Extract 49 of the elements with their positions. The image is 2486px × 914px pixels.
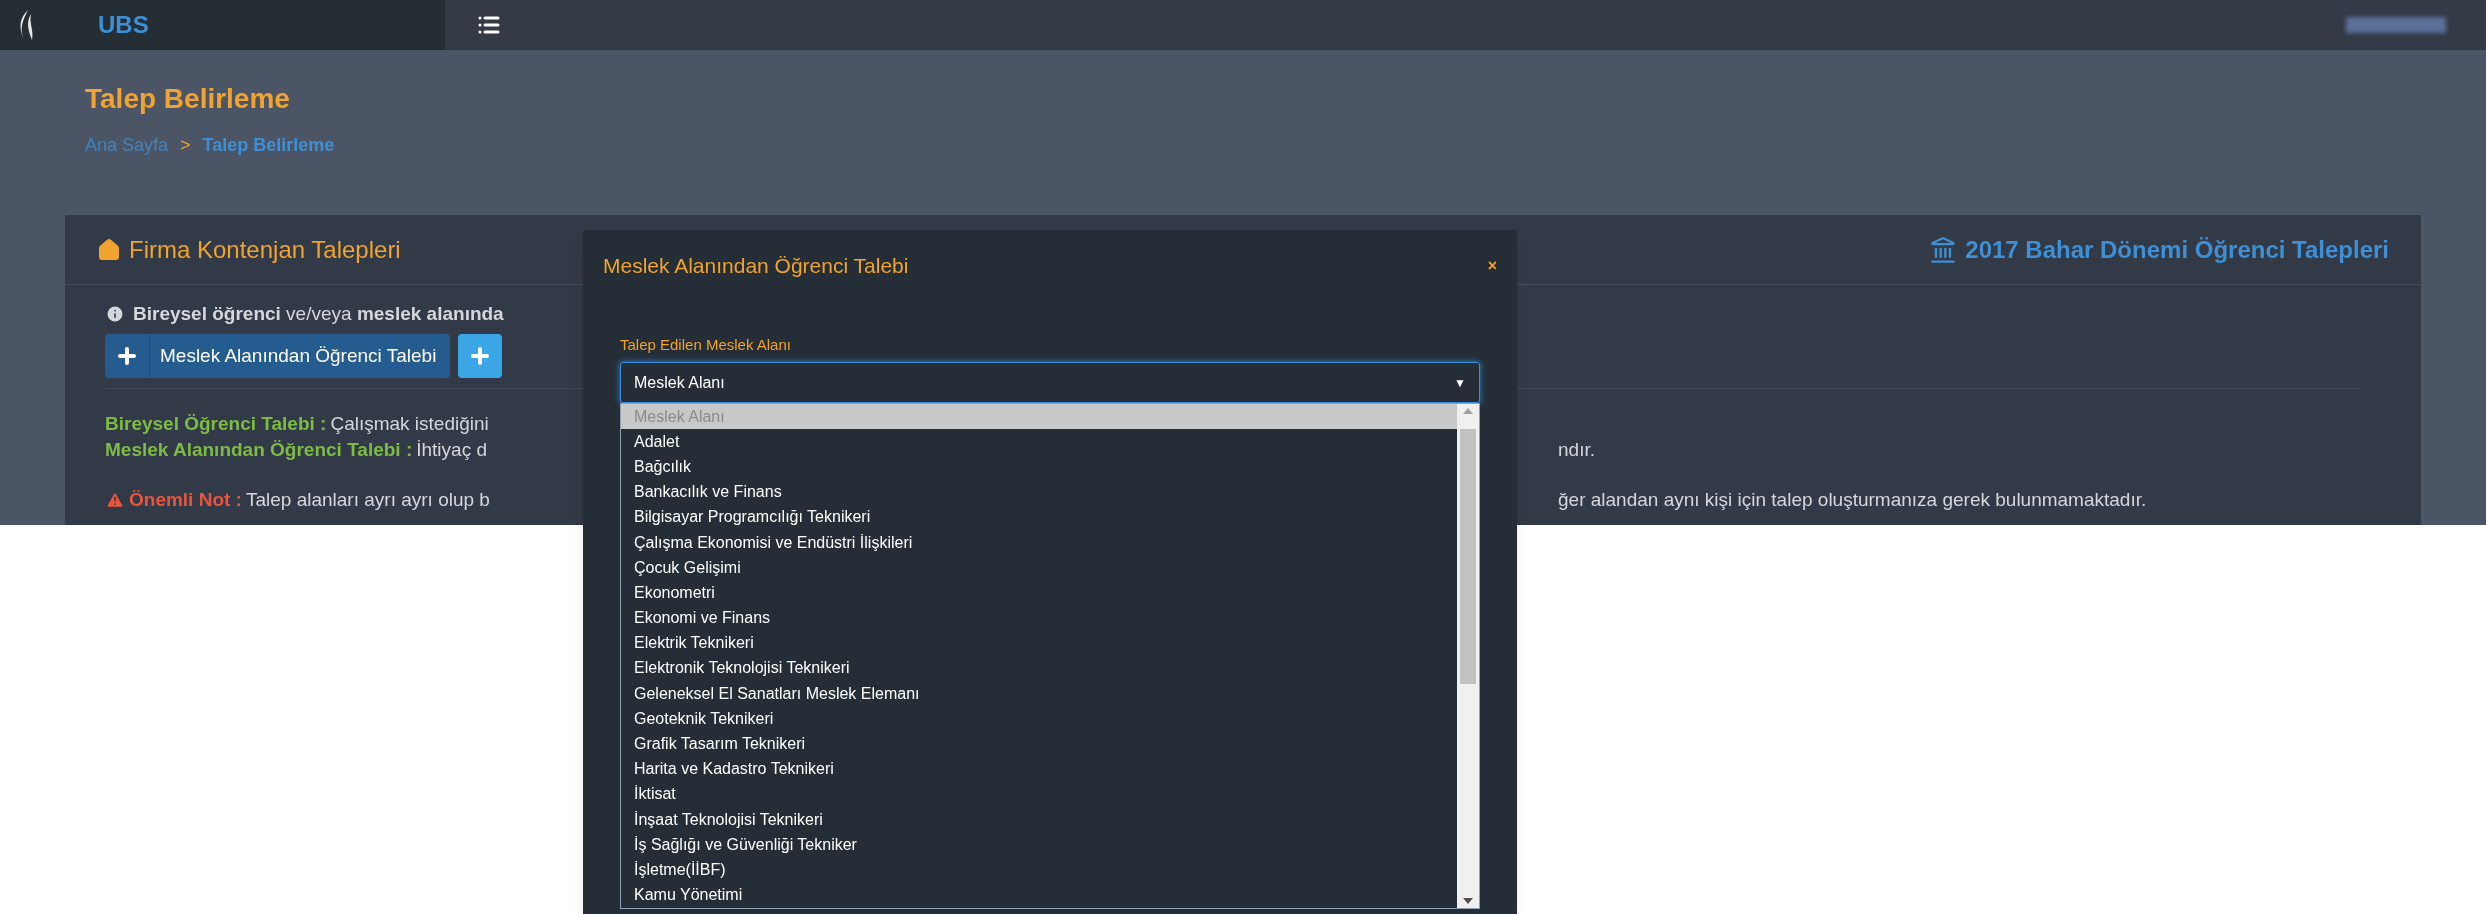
term-label: Meslek Alanından Öğrenci Talebi :: [105, 437, 413, 462]
option-item[interactable]: Grafik Tasarım Teknikeri: [621, 731, 1457, 757]
page-title: Talep Belirleme: [85, 82, 291, 116]
option-item[interactable]: Kamu Yönetimi: [621, 882, 1457, 908]
option-item[interactable]: İşletme(İİBF): [621, 857, 1457, 883]
option-item[interactable]: Geleneksel El Sanatları Meslek Elemanı: [621, 681, 1457, 707]
description-text: İhtiyaç d: [416, 437, 487, 462]
option-item[interactable]: Ekonometri: [621, 580, 1457, 606]
option-item[interactable]: Bilgisayar Programcılığı Teknikeri: [621, 504, 1457, 530]
option-item[interactable]: Çalışma Ekonomisi ve Endüstri İlişkileri: [621, 529, 1457, 556]
add-request-button[interactable]: [458, 334, 503, 378]
brand-name[interactable]: UBS: [98, 7, 149, 43]
description-text: Talep alanları ayrı ayrı olup b: [245, 487, 490, 512]
description-text: Çalışmak istediğini: [330, 411, 489, 436]
period-title: 2017 Bahar Dönemi Öğrenci Talepleri: [1965, 234, 2389, 265]
scroll-down-icon[interactable]: [1463, 898, 1473, 904]
home-icon: [97, 237, 121, 262]
info-icon: [105, 304, 125, 324]
option-item[interactable]: Elektrik Teknikeri: [621, 630, 1457, 656]
description-text: ğer alandan aynı kişi için talep oluşturmanıza gerek bulunmamaktadır.: [1558, 487, 2147, 512]
plus-icon: [115, 344, 139, 368]
info-text: Bireysel öğrenci ve/veya meslek alanında: [133, 301, 504, 326]
scrollbar[interactable]: [1457, 404, 1479, 908]
option-item[interactable]: Harita ve Kadastro Teknikeri: [621, 756, 1457, 782]
bank-icon: [1929, 235, 1958, 264]
option-item[interactable]: İktisat: [621, 781, 1457, 807]
term-label: Bireysel Öğrenci Talebi :: [105, 411, 327, 436]
scrollbar-thumb[interactable]: [1460, 429, 1476, 684]
option-item[interactable]: Çocuk Gelişimi: [621, 555, 1457, 581]
options-list[interactable]: [620, 403, 1480, 909]
modal-title: Meslek Alanından Öğrenci Talebi: [603, 253, 909, 279]
option-item[interactable]: İş Sağlığı ve Güvenliği Tekniker: [621, 832, 1457, 858]
option-item[interactable]: Geoteknik Teknikeri: [621, 706, 1457, 732]
option-item[interactable]: Bağcılık: [621, 454, 1457, 480]
description-text: ndır.: [1558, 437, 1595, 462]
breadcrumb-separator: >: [180, 134, 191, 157]
option-item[interactable]: İnşaat Teknolojisi Teknikeri: [621, 807, 1457, 833]
dropdown-arrow: ▼: [1454, 374, 1466, 392]
field-label: Talep Edilen Meslek Alanı: [620, 334, 792, 355]
card-title: Firma Kontenjan Talepleri: [129, 234, 401, 265]
select-field[interactable]: Meslek Alanı ▼: [620, 362, 1480, 403]
option-item[interactable]: Ekonomi ve Finans: [621, 605, 1457, 631]
close-button[interactable]: ×: [1487, 253, 1497, 278]
term-label: Önemli Not :: [129, 487, 242, 512]
add-request-button[interactable]: Meslek Alanından Öğrenci Talebi: [105, 334, 451, 378]
warning-icon: [105, 490, 125, 510]
option-item[interactable]: Elektronik Teknolojisi Teknikeri: [621, 655, 1457, 682]
option-item[interactable]: Bankacılık ve Finans: [621, 479, 1457, 505]
option-item[interactable]: Adalet: [621, 429, 1457, 455]
